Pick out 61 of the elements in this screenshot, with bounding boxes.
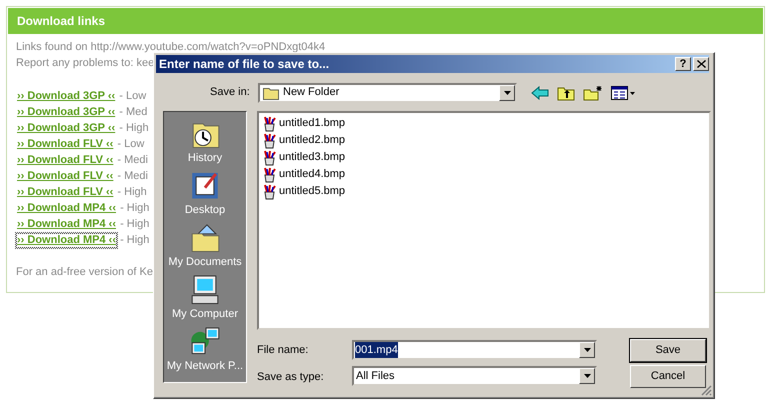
quality-text: - High	[120, 233, 150, 248]
file-name-value: 001.mp4	[355, 342, 398, 358]
quality-text: - High	[120, 217, 150, 232]
computer-icon	[189, 274, 221, 306]
new-folder-icon	[583, 84, 603, 100]
download-link[interactable]: ›› Download 3GP ‹‹	[16, 121, 116, 136]
download-link[interactable]: ›› Download MP4 ‹‹	[16, 217, 117, 232]
quality-text: - Medi	[117, 153, 148, 168]
documents-folder-icon	[188, 222, 221, 254]
up-folder-icon	[557, 84, 575, 100]
cancel-button[interactable]: Cancel	[630, 365, 706, 388]
download-link[interactable]: ›› Download 3GP ‹‹	[16, 89, 116, 104]
window-title: Enter name of file to save to...	[159, 56, 330, 73]
links-found-label: Links found on	[16, 40, 88, 55]
save-as-type-dropdown[interactable]: All Files	[352, 366, 597, 386]
close-icon	[696, 60, 706, 68]
folder-icon	[263, 86, 279, 100]
footer-text: For an ad-free version of Ke	[16, 265, 153, 280]
paint-pot-icon	[262, 116, 278, 132]
file-name-label: File name:	[257, 343, 310, 358]
download-link[interactable]: ›› Download MP4 ‹‹	[16, 233, 117, 248]
file-item[interactable]: untitled5.bmp	[262, 183, 706, 200]
quality-text: - Low	[119, 89, 146, 104]
resize-grip-icon	[701, 385, 712, 396]
place-shortcut[interactable]: My Documents	[168, 222, 242, 270]
file-name-field[interactable]: 001.mp4	[352, 340, 597, 360]
view-menu-icon	[611, 86, 635, 100]
paint-pot-icon	[262, 150, 278, 166]
place-shortcut[interactable]: History	[188, 118, 222, 166]
help-button[interactable]: ?	[675, 57, 691, 71]
file-item[interactable]: untitled4.bmp	[262, 166, 706, 183]
save-in-label: Save in:	[210, 85, 251, 100]
close-button[interactable]	[693, 57, 709, 71]
quality-text: - High	[119, 121, 149, 136]
file-item[interactable]: untitled3.bmp	[262, 149, 706, 166]
paint-pot-icon	[262, 166, 278, 182]
save-button[interactable]: Save	[630, 339, 706, 362]
quality-text: - Low	[117, 137, 144, 152]
quality-text: - High	[117, 185, 147, 200]
file-item[interactable]: untitled1.bmp	[262, 115, 706, 132]
place-shortcut[interactable]: My Computer	[172, 274, 238, 322]
place-shortcut[interactable]: My Network P...	[166, 326, 244, 374]
download-link[interactable]: ›› Download MP4 ‹‹	[16, 201, 117, 216]
quality-text: - Medi	[117, 169, 148, 184]
place-shortcut[interactable]: Desktop	[184, 170, 226, 218]
source-url-link[interactable]: http://www.youtube.com/watch?v=oPNDxgt04k4	[90, 39, 326, 55]
save-in-value: New Folder	[283, 85, 340, 100]
report-text: Report any problems to: kee	[16, 56, 154, 71]
save-as-type-label: Save as type:	[257, 370, 325, 385]
file-item[interactable]: untitled2.bmp	[262, 132, 706, 149]
download-link[interactable]: ›› Download 3GP ‹‹	[16, 105, 116, 120]
download-link[interactable]: ›› Download FLV ‹‹	[16, 169, 114, 184]
back-arrow-icon	[531, 86, 549, 100]
paint-pot-icon	[262, 132, 278, 148]
download-link[interactable]: ›› Download FLV ‹‹	[16, 185, 114, 200]
paint-pot-icon	[262, 184, 278, 200]
quality-text: - Med	[119, 105, 148, 120]
download-link[interactable]: ›› Download FLV ‹‹	[16, 153, 114, 168]
panel-header: Download links	[8, 8, 763, 34]
quality-text: - High	[120, 201, 150, 216]
download-link[interactable]: ›› Download FLV ‹‹	[16, 137, 114, 152]
